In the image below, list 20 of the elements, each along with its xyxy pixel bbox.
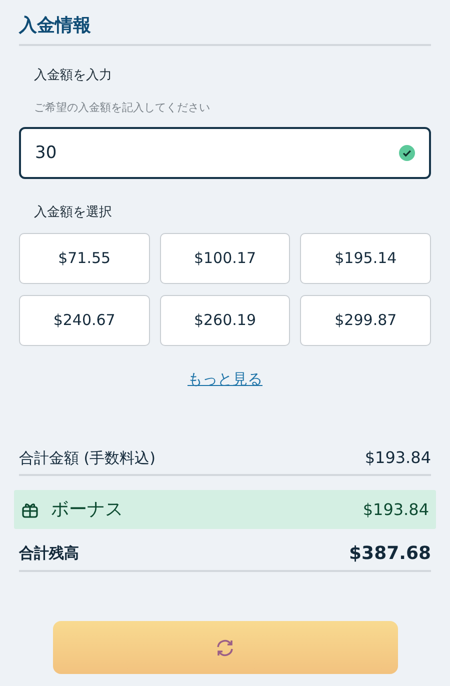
amount-input-field[interactable]: 30 <box>19 127 431 179</box>
amount-option-button[interactable]: $195.14 <box>300 232 431 284</box>
total-amount: $193.84 <box>364 447 431 469</box>
field-label: 入金額を選択 <box>34 204 113 222</box>
section-title: 入金情報 <box>19 14 431 46</box>
total-label: 合計金額 (手数料込) <box>19 448 156 469</box>
amount-option-button[interactable]: $260.19 <box>160 294 290 346</box>
balance-label: 合計残高 <box>19 543 79 564</box>
field-label: 入金額を入力 <box>34 67 113 85</box>
amount-option-button[interactable]: $240.67 <box>19 294 150 346</box>
submit-button[interactable] <box>52 621 398 674</box>
amount-option-button[interactable]: $71.55 <box>19 232 150 284</box>
amount-option-button[interactable]: $100.17 <box>160 232 290 284</box>
balance-amount: $387.68 <box>349 542 431 566</box>
hint-text: ご希望の入金額を記入してください <box>34 100 211 116</box>
bonus-label: ボーナス <box>51 498 124 522</box>
bonus-amount: $193.84 <box>362 498 429 520</box>
more-link[interactable]: もっと見る <box>188 368 262 390</box>
amount-option-button[interactable]: $299.87 <box>300 294 431 346</box>
gift-icon <box>21 500 39 518</box>
